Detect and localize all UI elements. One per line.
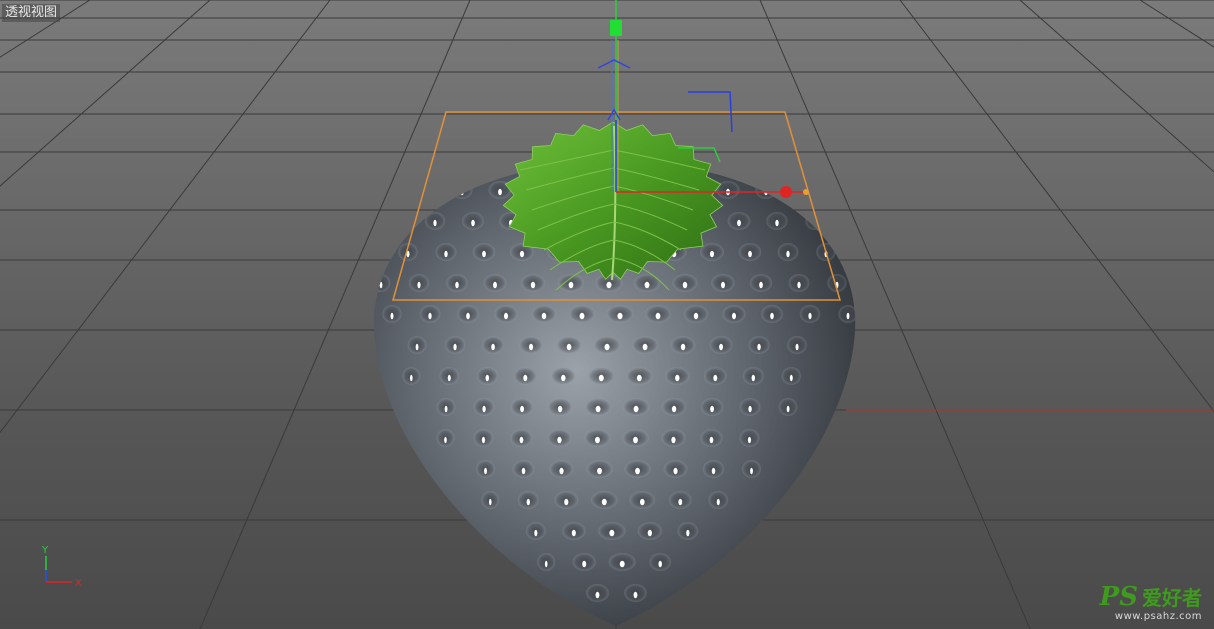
axis-y-label: Y — [41, 545, 49, 556]
gizmo-x-handle[interactable] — [780, 186, 792, 198]
watermark-brand: 爱好者 — [1142, 586, 1202, 610]
gizmo-y-handle[interactable] — [610, 20, 622, 36]
watermark: PS 爱好者 www.psahz.com — [1100, 584, 1202, 623]
watermark-url: www.psahz.com — [1114, 611, 1202, 622]
perspective-viewport[interactable]: X Y 透视视图 PS 爱好者 www.psahz.com — [0, 0, 1214, 629]
axis-x-label: X — [75, 578, 82, 589]
scene-canvas[interactable]: X Y — [0, 0, 1214, 629]
watermark-logo: PS — [1099, 582, 1138, 612]
viewport-title[interactable]: 透视视图 — [2, 4, 61, 22]
gizmo-z-rotation-arc[interactable] — [597, 59, 631, 69]
axis-indicator: X Y — [41, 545, 82, 589]
gizmo-x-tip[interactable] — [803, 189, 809, 195]
